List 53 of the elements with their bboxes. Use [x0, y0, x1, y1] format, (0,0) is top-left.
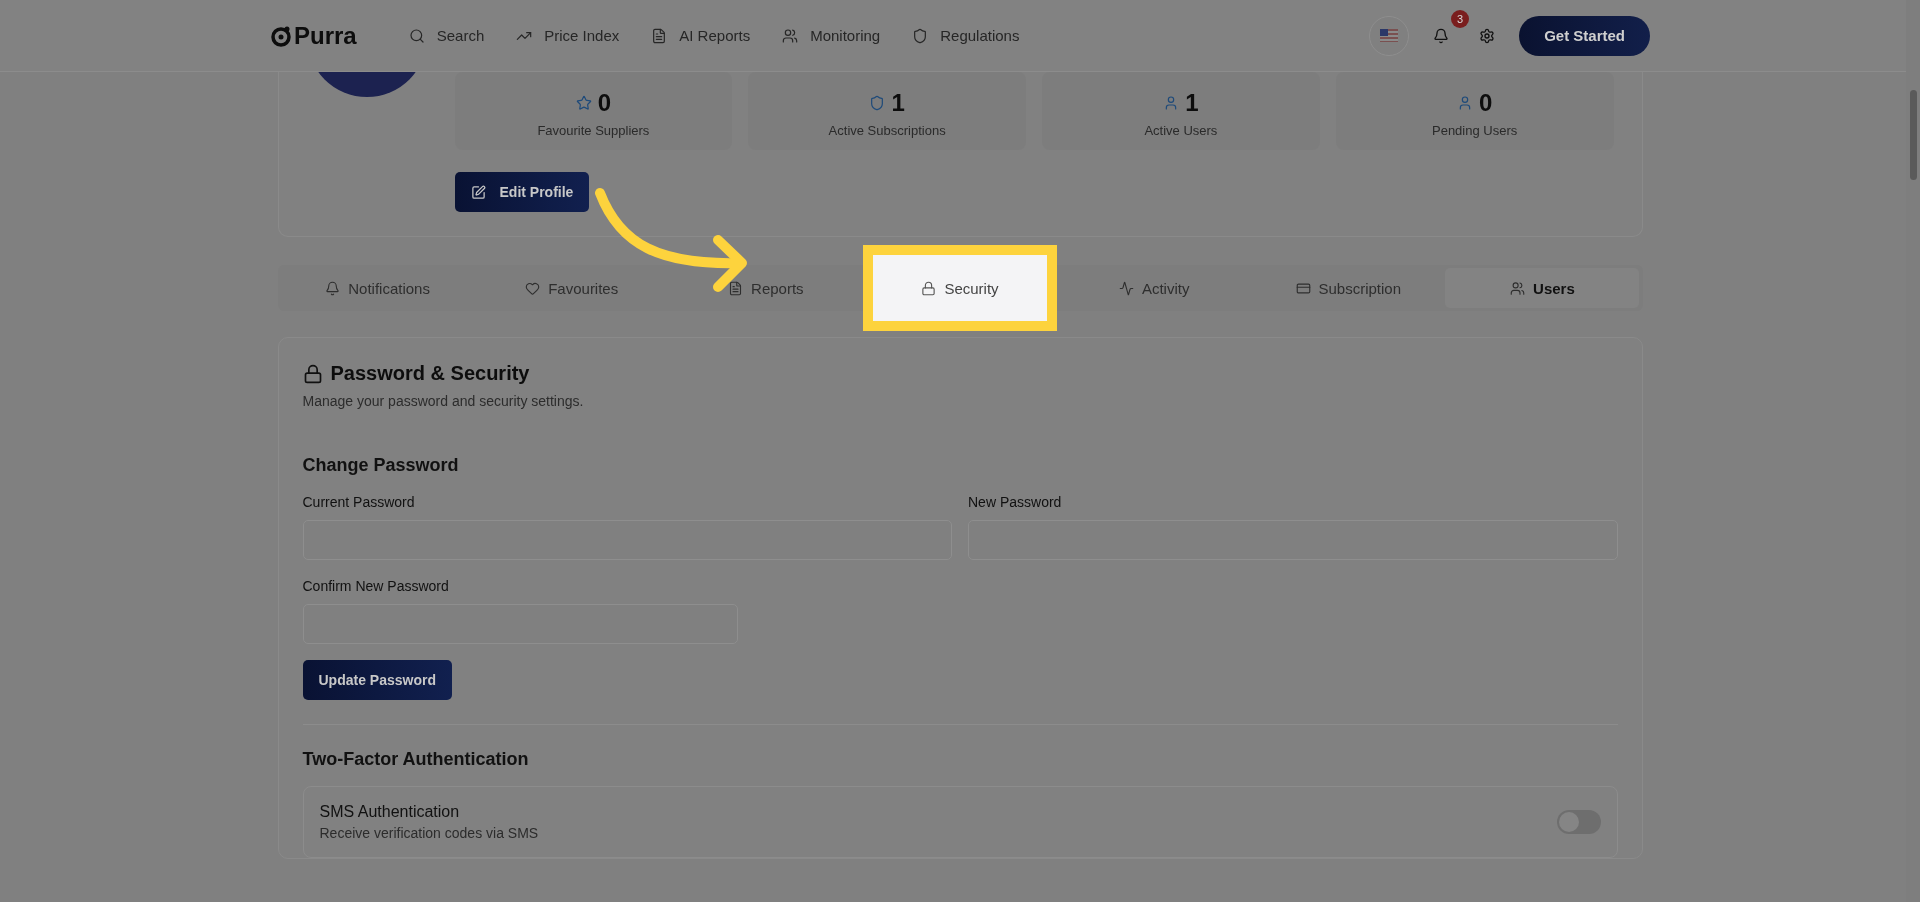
stat-label: Active Users	[1144, 123, 1218, 138]
field-label: Confirm New Password	[302, 578, 450, 594]
section-title: Password & Security	[330, 362, 530, 385]
shield-icon	[869, 95, 886, 111]
get-started-button[interactable]: Get Started	[1519, 15, 1650, 56]
nav-link[interactable]: Search	[396, 19, 497, 52]
edit-icon	[470, 184, 486, 200]
field-label: New Password	[968, 494, 1063, 510]
stat-label: Pending Users	[1432, 123, 1518, 138]
nav-link[interactable]: Monitoring	[770, 19, 893, 52]
bell-icon	[1433, 27, 1450, 44]
card-icon	[1295, 280, 1311, 296]
tab[interactable]: Security	[862, 245, 1058, 331]
tab[interactable]: Reports	[668, 268, 863, 308]
lock-icon	[921, 280, 937, 296]
notification-count: 3	[1451, 9, 1470, 28]
stat-label: Active Subscriptions	[828, 123, 946, 138]
stat-value: 0	[1478, 89, 1493, 117]
logo-icon	[270, 24, 292, 47]
stat-value: 0	[597, 89, 612, 117]
users-icon	[1510, 280, 1526, 296]
heart-icon	[525, 280, 541, 296]
stat-value: 1	[1185, 89, 1199, 117]
star-icon	[575, 95, 592, 111]
tab[interactable]: Notifications	[280, 268, 475, 308]
bell-icon	[325, 280, 341, 296]
shield-icon	[912, 27, 929, 44]
logo-text[interactable]: Purra	[294, 21, 357, 50]
document-icon	[651, 27, 668, 44]
tab[interactable]: Users	[1445, 268, 1640, 308]
search-icon	[408, 27, 425, 44]
field-label: Current Password	[302, 494, 416, 510]
nav-link[interactable]: Regulations	[900, 19, 1032, 52]
option-description: Receive verification codes via SMS	[319, 825, 539, 841]
stat-value: 1	[891, 89, 905, 117]
users-icon	[782, 27, 799, 44]
subsection-heading: Change Password	[302, 455, 460, 476]
tab[interactable]: Activity	[1057, 268, 1252, 308]
subsection-heading: Two-Factor Authentication	[302, 749, 530, 770]
option-title: SMS Authentication	[319, 803, 461, 821]
stat-label: Favourite Suppliers	[537, 123, 650, 138]
document-icon	[728, 280, 744, 296]
tab[interactable]: Favourites	[474, 268, 669, 308]
settings-icon	[1479, 27, 1496, 44]
nav-link[interactable]: AI Reports	[639, 19, 763, 52]
pulse-icon	[1118, 280, 1134, 296]
update-password-button[interactable]: Update Password	[302, 660, 452, 700]
edit-profile-button[interactable]: Edit Profile	[454, 172, 590, 212]
section-subtitle: Manage your password and security settings.	[302, 393, 585, 409]
lock-icon	[302, 363, 323, 384]
nav-link[interactable]: Price Index	[504, 19, 632, 52]
tab[interactable]: Subscription	[1251, 268, 1446, 308]
flag-icon	[1380, 29, 1399, 42]
